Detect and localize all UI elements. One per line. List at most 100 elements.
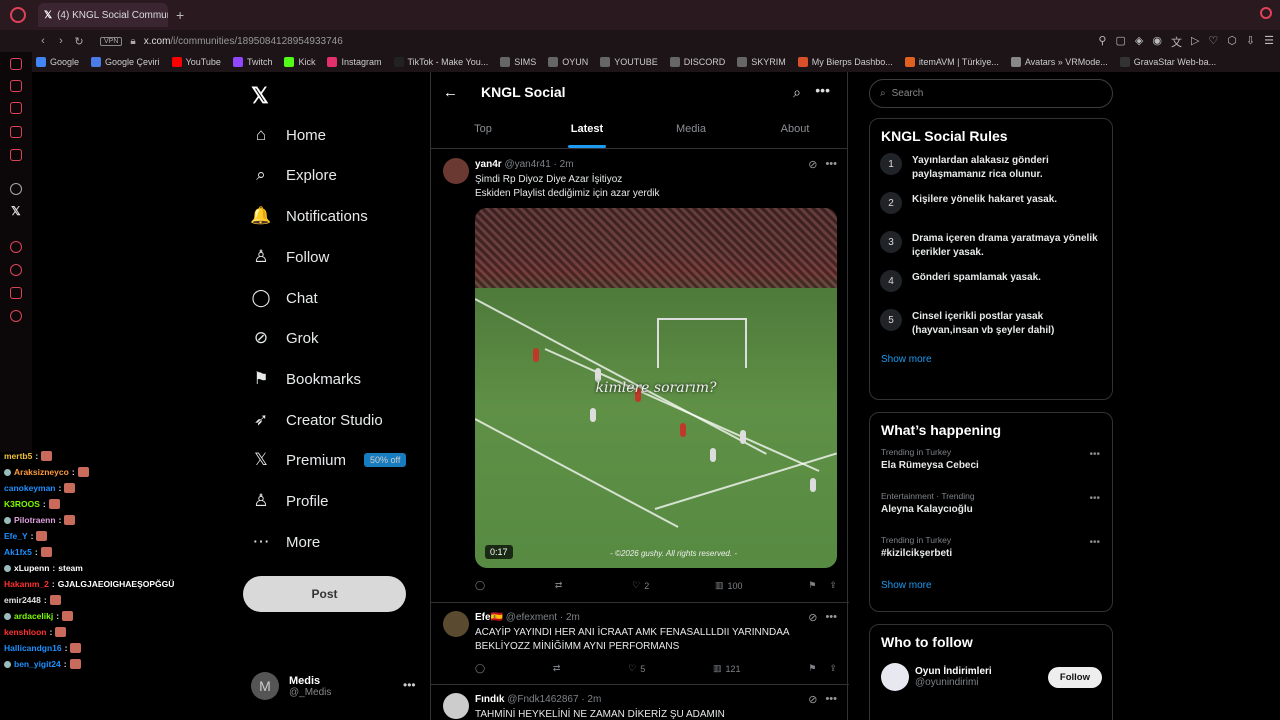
views-button[interactable]: ▥ 100 [715,580,743,591]
nav-item-more[interactable]: ⋯ More [250,524,321,560]
sidebar-settings-icon[interactable] [10,310,22,322]
search-input[interactable]: ⌕ Search [869,79,1113,108]
grok-icon[interactable]: ⊘ [808,158,817,171]
x-logo-icon[interactable]: 𝕏 [251,83,269,109]
bookmark-item[interactable]: YOUTUBE [600,57,658,67]
sidebar-player-icon[interactable] [10,241,22,253]
more-icon[interactable]: ••• [825,611,837,624]
tweet-author-handle[interactable]: @efexment · 2m [506,612,580,623]
pin-icon[interactable]: ⚲ [1098,34,1106,50]
heart-icon[interactable]: ♡ [1208,34,1218,50]
snapshot-icon[interactable]: ▢ [1115,34,1125,50]
tab-top[interactable]: Top [431,112,535,148]
tweet-author-name[interactable]: yan4r [475,159,502,170]
tweet-author-handle[interactable]: @Fndk1462867 · 2m [507,694,601,705]
like-button[interactable]: ♡ 2 [632,580,649,591]
tweet-video[interactable]: kimlere sorarım? 0:17 - ©2026 gushy. All… [475,208,837,568]
more-icon[interactable]: ••• [403,678,416,692]
post-button[interactable]: Post [243,576,406,612]
more-icon[interactable]: ••• [1089,449,1100,460]
play-icon[interactable]: ▷ [1191,34,1199,50]
views-button[interactable]: ▥ 121 [713,663,741,674]
sidebar-chatgpt-icon[interactable] [10,183,22,195]
grok-icon[interactable]: ⊘ [808,693,817,706]
nav-item-premium[interactable]: 𝕏 Premium 50% off [250,442,407,478]
nav-item-notifications[interactable]: 🔔 Notifications [250,198,367,234]
bookmark-item[interactable]: itemAVM | Türkiye... [904,57,999,67]
sidebar-history-icon[interactable] [10,80,22,92]
browser-tab[interactable]: 𝕏 (4) KNGL Social Commun [38,3,168,27]
bookmark-item[interactable]: YouTube [171,57,221,67]
reload-icon[interactable]: ↻ [70,35,88,48]
nav-item-creator-studio[interactable]: ➶ Creator Studio [250,402,383,438]
trend-item[interactable]: Trending in Turkey #kizilcikşerbeti ••• [870,535,1112,579]
rules-show-more-link[interactable]: Show more [870,354,1112,365]
new-tab-button[interactable]: + [176,7,184,23]
tweet-author-name[interactable]: Fındık [475,694,504,705]
nav-item-chat[interactable]: ◯ Chat [250,280,317,316]
more-icon[interactable]: ••• [815,82,830,98]
download-icon[interactable]: ⇩ [1246,34,1255,50]
sidebar-x-icon[interactable]: 𝕏 [11,204,21,218]
nav-item-home[interactable]: ⌂ Home [250,117,326,153]
tab-media[interactable]: Media [639,112,743,148]
bookmark-item[interactable]: GravaStar Web-ba... [1119,57,1216,67]
avatar[interactable] [443,611,469,637]
bookmark-item[interactable]: OYUN [548,57,588,67]
sidebar-clock-icon[interactable] [10,264,22,276]
trends-show-more-link[interactable]: Show more [870,580,1112,591]
extensions-icon[interactable]: ⬡ [1227,34,1237,50]
translate-icon[interactable]: 文 [1171,34,1182,50]
trend-item[interactable]: Trending in Turkey Ela Rümeysa Cebeci ••• [870,447,1112,491]
share-icon[interactable]: ⇪ [829,663,837,674]
trend-item[interactable]: Entertainment · Trending Aleyna Kalaycıoğ… [870,491,1112,535]
nav-item-follow[interactable]: ♙ Follow [250,239,329,275]
bookmark-item[interactable]: Twitch [232,57,272,67]
more-icon[interactable]: ••• [825,158,837,171]
nav-item-bookmarks[interactable]: ⚑ Bookmarks [250,361,361,397]
bookmark-icon[interactable]: ⚑ [808,663,816,674]
bookmark-item[interactable]: SKYRIM [737,57,786,67]
search-icon[interactable]: ⌕ [793,84,801,101]
tweet-author-handle[interactable]: @yan4r41 · 2m [504,159,573,170]
repost-button[interactable]: ⇄ [553,663,561,674]
bookmark-item[interactable]: Google [36,57,79,67]
tab-about[interactable]: About [743,112,847,148]
bookmark-item[interactable]: Avatars » VRMode... [1010,57,1108,67]
sidebar-messenger-icon[interactable] [10,149,22,161]
url-field[interactable]: x.com/i/communities/1895084128954933746 [144,36,343,47]
follow-suggestion[interactable]: Oyun İndirimleri @oyunindirimi Follow [870,659,1112,695]
search-tabs-icon[interactable] [1260,7,1272,19]
nav-item-profile[interactable]: ♙ Profile [250,483,328,519]
bookmark-item[interactable]: Google Çeviri [91,57,160,67]
sidebar-wallet-icon[interactable] [10,126,22,138]
like-button[interactable]: ♡ 5 [628,663,645,674]
avatar[interactable] [443,158,469,184]
reply-button[interactable]: ◯ [475,580,489,591]
sidebar-tab-icon[interactable] [10,58,22,70]
more-icon[interactable]: ••• [1089,493,1100,504]
bookmark-item[interactable]: My Bierps Dashbo... [797,57,893,67]
tweet[interactable]: Fındık @Fndk1462867 · 2m ⊘ ••• TAHMİNİ H… [431,685,849,720]
opera-logo-icon[interactable] [10,7,26,23]
back-arrow-icon[interactable]: ‹ [34,35,52,47]
back-arrow-icon[interactable]: ← [443,84,481,101]
lock-icon[interactable]: 🔒︎ [130,36,135,47]
grok-icon[interactable]: ⊘ [808,611,817,624]
avatar[interactable] [443,693,469,719]
sidebar-crypto-icon[interactable] [10,287,22,299]
avatar[interactable] [881,663,909,691]
follow-button[interactable]: Follow [1047,666,1102,688]
nav-item-explore[interactable]: ⌕ Explore [250,157,337,193]
shield-icon[interactable]: ◈ [1135,34,1143,50]
share-icon[interactable]: ⇪ [829,580,837,591]
account-switcher[interactable]: M Medis @_Medis ••• [251,672,416,700]
tweet[interactable]: yan4r @yan4r41 · 2m ⊘ ••• Şimdi Rp Diyoz… [431,150,849,603]
bookmark-item[interactable]: Kick [284,57,315,67]
bookmark-icon[interactable]: ⚑ [808,580,816,591]
more-icon[interactable]: ••• [1089,537,1100,548]
camera-icon[interactable]: ◉ [1152,34,1162,50]
bookmark-item[interactable]: Instagram [327,57,382,67]
bookmark-item[interactable]: SIMS [500,57,536,67]
tweet-author-name[interactable]: Efe [475,612,491,623]
